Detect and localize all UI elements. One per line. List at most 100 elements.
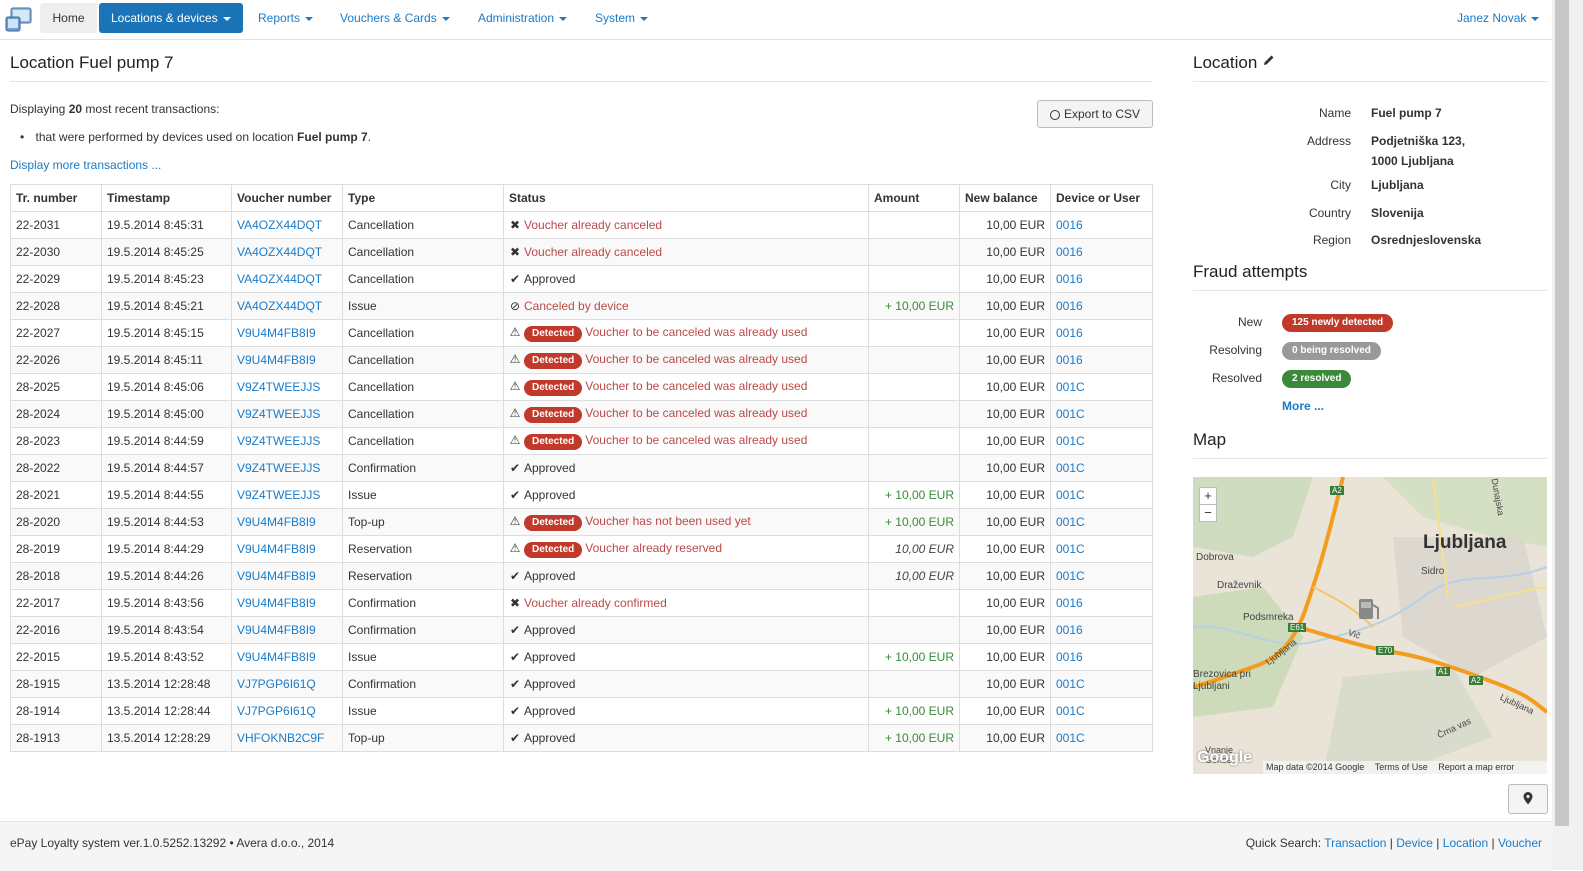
bullet-location: Fuel pump 7 bbox=[297, 130, 368, 144]
device-link[interactable]: 001C bbox=[1056, 704, 1085, 718]
fraud-resolved-badge[interactable]: 2 resolved bbox=[1282, 370, 1352, 388]
device-link[interactable]: 001C bbox=[1056, 488, 1085, 502]
col-voucher-number[interactable]: Voucher number bbox=[231, 184, 343, 212]
nav-vouchers-cards[interactable]: Vouchers & Cards bbox=[330, 3, 460, 33]
nav-system[interactable]: System bbox=[585, 3, 658, 33]
device-link[interactable]: 0016 bbox=[1056, 326, 1083, 340]
map-zoom-out-button[interactable]: − bbox=[1199, 504, 1217, 522]
device-link[interactable]: 0016 bbox=[1056, 245, 1083, 259]
col-status[interactable]: Status bbox=[503, 184, 869, 212]
check-icon: ✔ bbox=[509, 731, 521, 745]
device-link[interactable]: 001C bbox=[1056, 677, 1085, 691]
voucher-link[interactable]: VA4OZX44DQT bbox=[237, 272, 322, 286]
location-map[interactable]: Ljubljana Sidro Dobrova Draževnik Podsmr… bbox=[1193, 477, 1547, 774]
cell-device: 0016 bbox=[1050, 211, 1153, 239]
nav-administration[interactable]: Administration bbox=[468, 3, 577, 33]
cell-amount bbox=[868, 319, 960, 347]
voucher-link[interactable]: V9U4M4FB8I9 bbox=[237, 542, 316, 556]
device-link[interactable]: 001C bbox=[1056, 407, 1085, 421]
quick-search-location-link[interactable]: Location bbox=[1443, 836, 1488, 850]
voucher-link[interactable]: VA4OZX44DQT bbox=[237, 299, 322, 313]
voucher-link[interactable]: V9Z4TWEEJJS bbox=[237, 461, 320, 475]
fraud-new-badge[interactable]: 125 newly detected bbox=[1282, 314, 1394, 332]
device-link[interactable]: 0016 bbox=[1056, 299, 1083, 313]
nav-reports[interactable]: Reports bbox=[248, 3, 323, 33]
detected-badge[interactable]: Detected bbox=[524, 514, 583, 531]
voucher-link[interactable]: V9Z4TWEEJJS bbox=[237, 407, 320, 421]
map-terms-link[interactable]: Terms of Use bbox=[1375, 762, 1428, 772]
detected-badge[interactable]: Detected bbox=[524, 406, 583, 423]
nav-locations-devices[interactable]: Locations & devices bbox=[99, 3, 243, 33]
device-link[interactable]: 0016 bbox=[1056, 353, 1083, 367]
quick-search-voucher-link[interactable]: Voucher bbox=[1498, 836, 1542, 850]
quick-search-transaction-link[interactable]: Transaction bbox=[1324, 836, 1386, 850]
voucher-link[interactable]: V9U4M4FB8I9 bbox=[237, 515, 316, 529]
user-menu[interactable]: Janez Novak bbox=[1447, 3, 1549, 33]
voucher-link[interactable]: V9Z4TWEEJJS bbox=[237, 380, 320, 394]
map-zoom-in-button[interactable]: + bbox=[1199, 487, 1217, 505]
google-logo[interactable]: Google bbox=[1197, 749, 1252, 767]
detected-badge[interactable]: Detected bbox=[524, 352, 583, 369]
cell-amount bbox=[868, 427, 960, 455]
cell-timestamp: 19.5.2014 8:45:15 bbox=[101, 319, 232, 347]
voucher-link[interactable]: V9U4M4FB8I9 bbox=[237, 650, 316, 664]
device-link[interactable]: 0016 bbox=[1056, 272, 1083, 286]
cell-status: ⚠ Detected Voucher to be canceled was alre… bbox=[503, 427, 869, 455]
col-tr-number[interactable]: Tr. number bbox=[10, 184, 102, 212]
detected-badge[interactable]: Detected bbox=[524, 379, 583, 396]
device-link[interactable]: 0016 bbox=[1056, 650, 1083, 664]
voucher-link[interactable]: V9U4M4FB8I9 bbox=[237, 326, 316, 340]
pencil-icon[interactable] bbox=[1262, 53, 1276, 67]
map-report-error-link[interactable]: Report a map error bbox=[1438, 762, 1514, 772]
device-link[interactable]: 001C bbox=[1056, 731, 1085, 745]
voucher-link[interactable]: VJ7PGP6I61Q bbox=[237, 677, 316, 691]
col-timestamp[interactable]: Timestamp bbox=[101, 184, 232, 212]
map-marker-button[interactable] bbox=[1508, 784, 1548, 814]
voucher-link[interactable]: VHFOKNB2C9F bbox=[237, 731, 324, 745]
cell-status: ✔ Approved bbox=[503, 562, 869, 590]
device-link[interactable]: 0016 bbox=[1056, 596, 1083, 610]
device-link[interactable]: 001C bbox=[1056, 542, 1085, 556]
quick-search-device-link[interactable]: Device bbox=[1396, 836, 1433, 850]
cell-device: 0016 bbox=[1050, 589, 1153, 617]
nav-home[interactable]: Home bbox=[40, 3, 97, 33]
display-more-transactions-link[interactable]: Display more transactions ... bbox=[10, 158, 161, 172]
col-amount[interactable]: Amount bbox=[868, 184, 960, 212]
chevron-down-icon bbox=[222, 16, 231, 21]
voucher-link[interactable]: V9U4M4FB8I9 bbox=[237, 596, 316, 610]
map-canvas[interactable] bbox=[1193, 477, 1547, 774]
scrollbar-thumb[interactable] bbox=[1555, 0, 1569, 826]
detected-badge[interactable]: Detected bbox=[524, 325, 583, 342]
cell-voucher: VA4OZX44DQT bbox=[231, 265, 343, 293]
warning-icon: ⚠ bbox=[509, 513, 521, 528]
voucher-link[interactable]: V9U4M4FB8I9 bbox=[237, 569, 316, 583]
voucher-link[interactable]: VA4OZX44DQT bbox=[237, 218, 322, 232]
voucher-link[interactable]: V9Z4TWEEJJS bbox=[237, 434, 320, 448]
fraud-resolving-badge[interactable]: 0 being resolved bbox=[1282, 342, 1381, 360]
col-type[interactable]: Type bbox=[342, 184, 504, 212]
col-new-balance[interactable]: New balance bbox=[959, 184, 1051, 212]
device-link[interactable]: 001C bbox=[1056, 434, 1085, 448]
filter-bullet: that were performed by devices used on l… bbox=[20, 130, 372, 144]
export-csv-button[interactable]: Export to CSV bbox=[1037, 100, 1153, 128]
voucher-link[interactable]: VA4OZX44DQT bbox=[237, 245, 322, 259]
voucher-link[interactable]: V9U4M4FB8I9 bbox=[237, 353, 316, 367]
device-link[interactable]: 001C bbox=[1056, 380, 1085, 394]
device-link[interactable]: 0016 bbox=[1056, 623, 1083, 637]
device-link[interactable]: 001C bbox=[1056, 461, 1085, 475]
detected-badge[interactable]: Detected bbox=[524, 433, 583, 450]
map-city-label: Ljubljana bbox=[1423, 532, 1507, 553]
detected-badge[interactable]: Detected bbox=[524, 541, 583, 558]
app-logo-icon[interactable] bbox=[3, 3, 35, 35]
cell-type: Cancellation bbox=[342, 400, 504, 428]
device-link[interactable]: 001C bbox=[1056, 569, 1085, 583]
voucher-link[interactable]: V9U4M4FB8I9 bbox=[237, 623, 316, 637]
cell-type: Issue bbox=[342, 481, 504, 509]
col-device-or-user[interactable]: Device or User bbox=[1050, 184, 1153, 212]
device-link[interactable]: 0016 bbox=[1056, 218, 1083, 232]
device-link[interactable]: 001C bbox=[1056, 515, 1085, 529]
page-scrollbar[interactable] bbox=[1552, 0, 1583, 870]
voucher-link[interactable]: V9Z4TWEEJJS bbox=[237, 488, 320, 502]
voucher-link[interactable]: VJ7PGP6I61Q bbox=[237, 704, 316, 718]
fraud-more-link[interactable]: More ... bbox=[1282, 399, 1324, 413]
